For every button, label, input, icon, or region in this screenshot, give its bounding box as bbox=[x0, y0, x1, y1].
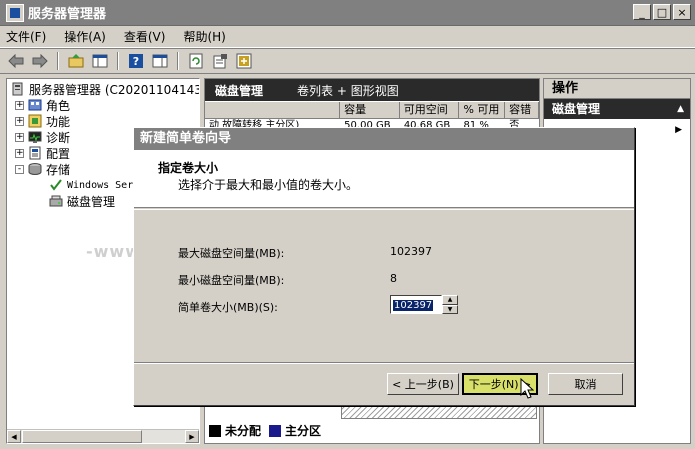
legend-swatch-primary bbox=[269, 424, 282, 437]
window-title: 服务器管理器 bbox=[28, 7, 107, 22]
refresh-icon[interactable] bbox=[186, 51, 206, 71]
roles-icon bbox=[28, 98, 42, 112]
tree-root-label: 服务器管理器 (C2020110414307 bbox=[29, 82, 200, 97]
expand-icon[interactable]: + bbox=[15, 116, 24, 126]
dialog-title: 新建简单卷向导 bbox=[134, 128, 634, 150]
actions-section-label: 磁盘管理 bbox=[552, 102, 601, 116]
properties-icon[interactable] bbox=[210, 51, 230, 71]
tree-item-storage[interactable]: - 存储 bbox=[15, 161, 70, 177]
spin-down-icon[interactable]: ▼ bbox=[442, 304, 458, 314]
tree-item-roles[interactable]: + 角色 bbox=[15, 97, 70, 113]
toolbar-separator bbox=[57, 52, 59, 70]
expand-icon[interactable]: + bbox=[15, 148, 24, 158]
server-icon bbox=[11, 82, 25, 96]
show-pane-icon[interactable] bbox=[150, 51, 170, 71]
column-header-fault-tolerance[interactable]: 容错 bbox=[505, 102, 539, 119]
new-simple-volume-wizard: 新建简单卷向导 指定卷大小 选择介于最大和最小值的卷大小。 最大磁盘空间量(MB… bbox=[133, 127, 635, 406]
volume-list-header: 容量 可用空间 % 可用 容错 bbox=[205, 102, 539, 119]
tree-item-windows-server-backup[interactable]: Windows Ser bbox=[49, 177, 133, 193]
more-actions-arrow-icon[interactable]: ▶ bbox=[675, 125, 682, 135]
column-header[interactable] bbox=[205, 102, 341, 119]
export-icon[interactable] bbox=[234, 51, 254, 71]
pane-title: 磁盘管理 bbox=[215, 83, 264, 98]
menu-help[interactable]: 帮助(H) bbox=[183, 28, 225, 45]
view-label[interactable]: 卷列表 + 图形视图 bbox=[297, 82, 399, 99]
tree-item-disk-management[interactable]: 磁盘管理 bbox=[49, 192, 116, 210]
minimize-button[interactable]: _ bbox=[633, 4, 651, 20]
toolbar-separator bbox=[177, 52, 179, 70]
mouse-cursor-icon bbox=[520, 378, 534, 399]
volume-size-value: 102397 bbox=[393, 300, 434, 311]
legend-label: 主分区 bbox=[285, 424, 322, 438]
back-arrow-icon[interactable] bbox=[6, 51, 26, 71]
toolbar-separator bbox=[117, 52, 119, 70]
server-manager-icon bbox=[6, 3, 24, 22]
legend: 未分配 主分区 bbox=[209, 422, 321, 439]
actions-title: 操作 bbox=[544, 79, 690, 99]
wizard-heading: 指定卷大小 bbox=[158, 161, 219, 175]
tree-item-label: 诊断 bbox=[46, 130, 71, 145]
spin-up-icon[interactable]: ▲ bbox=[442, 295, 458, 305]
collapse-triangle-icon[interactable]: ▲ bbox=[677, 99, 684, 119]
maximize-button[interactable]: □ bbox=[653, 4, 671, 20]
volume-size-stepper[interactable]: ▲ ▼ bbox=[442, 295, 458, 314]
tree-item-configuration[interactable]: + 配置 bbox=[15, 145, 70, 161]
scroll-left-icon[interactable]: ◀ bbox=[7, 430, 21, 443]
actions-section[interactable]: 磁盘管理 ▲ bbox=[544, 99, 690, 119]
tree-item-label: 存储 bbox=[46, 162, 71, 177]
max-size-value: 102397 bbox=[390, 245, 432, 258]
menu-file[interactable]: 文件(F) bbox=[6, 28, 46, 45]
title-bar: 服务器管理器 _ □ × bbox=[0, 0, 695, 26]
menu-view[interactable]: 查看(V) bbox=[124, 28, 166, 45]
column-header-percent-free[interactable]: % 可用 bbox=[459, 102, 506, 119]
min-size-value: 8 bbox=[390, 272, 397, 285]
disk-management-icon bbox=[49, 194, 63, 208]
divider bbox=[134, 209, 634, 211]
storage-icon bbox=[28, 162, 42, 176]
scroll-right-icon[interactable]: ▶ bbox=[185, 430, 199, 443]
legend-swatch-unallocated bbox=[209, 424, 221, 437]
divider bbox=[134, 362, 634, 364]
forward-arrow-icon[interactable] bbox=[30, 51, 50, 71]
wizard-description: 选择介于最大和最小值的卷大小。 bbox=[178, 178, 359, 192]
tree-item-label: 功能 bbox=[46, 114, 71, 129]
legend-label: 未分配 bbox=[225, 424, 262, 438]
column-header-free-space[interactable]: 可用空间 bbox=[399, 102, 460, 119]
help-icon[interactable]: ? bbox=[126, 51, 146, 71]
tree-item-features[interactable]: + 功能 bbox=[15, 113, 70, 129]
tree-item-label: 角色 bbox=[46, 98, 71, 113]
console-tree-icon[interactable] bbox=[90, 51, 110, 71]
svg-text:?: ? bbox=[133, 55, 139, 68]
backup-icon bbox=[49, 178, 63, 192]
tree-item-label: 磁盘管理 bbox=[67, 192, 116, 210]
volume-size-input[interactable]: 102397 bbox=[390, 295, 442, 314]
back-button[interactable]: < 上一步(B) bbox=[387, 373, 459, 395]
close-button[interactable]: × bbox=[673, 4, 691, 20]
tree-root[interactable]: 服务器管理器 (C2020110414307 bbox=[11, 81, 200, 97]
tree-item-label: 配置 bbox=[46, 146, 71, 161]
volume-size-label: 简单卷大小(MB)(S): bbox=[178, 301, 278, 314]
min-size-label: 最小磁盘空间量(MB): bbox=[178, 274, 285, 287]
up-folder-icon[interactable] bbox=[66, 51, 86, 71]
expand-icon[interactable]: + bbox=[15, 132, 24, 142]
menu-bar: 文件(F) 操作(A) 查看(V) 帮助(H) bbox=[0, 26, 695, 48]
toolbar: ? bbox=[0, 48, 695, 74]
horizontal-scrollbar[interactable]: ◀ ▶ bbox=[7, 429, 199, 443]
max-size-label: 最大磁盘空间量(MB): bbox=[178, 247, 285, 260]
window-controls: _ □ × bbox=[633, 4, 691, 20]
features-icon bbox=[28, 114, 42, 128]
wizard-banner: 指定卷大小 选择介于最大和最小值的卷大小。 bbox=[134, 150, 634, 208]
tree-item-diagnostics[interactable]: + 诊断 bbox=[15, 129, 70, 145]
expand-icon[interactable]: + bbox=[15, 100, 24, 110]
tree-item-label: Windows Ser bbox=[67, 179, 134, 191]
column-header-capacity[interactable]: 容量 bbox=[340, 102, 400, 119]
menu-action[interactable]: 操作(A) bbox=[64, 28, 106, 45]
collapse-icon[interactable]: - bbox=[15, 164, 24, 174]
scroll-thumb[interactable] bbox=[22, 430, 142, 443]
pane-header: 磁盘管理 卷列表 + 图形视图 bbox=[205, 79, 539, 101]
diagnostics-icon bbox=[28, 130, 42, 144]
configuration-icon bbox=[28, 146, 42, 160]
cancel-button[interactable]: 取消 bbox=[548, 373, 623, 395]
